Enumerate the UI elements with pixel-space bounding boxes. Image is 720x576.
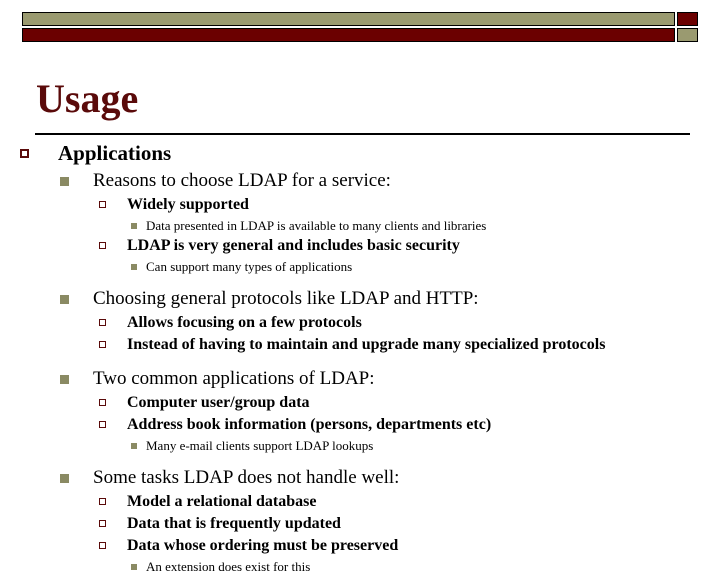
bullet-row-level-4: Can support many types of applications (0, 257, 720, 276)
slide-canvas: { "slide": { "title": "Usage", "theme": … (0, 0, 720, 574)
bullet-text: Can support many types of applications (146, 259, 353, 274)
bullet-row-level-2: Reasons to choose LDAP for a service: (0, 167, 720, 194)
filled-square-olive-icon (60, 177, 69, 186)
header-decoration (22, 12, 698, 43)
maroon-cap (677, 12, 698, 26)
bullet-text: LDAP is very general and includes basic … (127, 237, 460, 254)
slide-body-outline: Applications Reasons to choose LDAP for a… (0, 140, 720, 576)
bullet-row-level-3: Data that is frequently updated (0, 513, 720, 535)
hollow-square-maroon-small-icon (99, 201, 106, 208)
filled-square-olive-small-icon (131, 223, 137, 229)
bullet-row-level-3: Data whose ordering must be preserved (0, 535, 720, 557)
header-band-top-row (22, 12, 698, 26)
bullet-text: Computer user/group data (127, 394, 310, 411)
hollow-square-maroon-small-icon (99, 341, 106, 348)
filled-square-olive-small-icon (131, 564, 137, 570)
header-band-bottom-row (22, 28, 698, 42)
olive-cap (677, 28, 698, 42)
bullet-text: Widely supported (127, 196, 249, 213)
bullet-row-level-3: Computer user/group data (0, 392, 720, 414)
bullet-text: Applications (58, 141, 172, 165)
bullet-row-level-3: Model a relational database (0, 491, 720, 513)
bullet-row-level-1: Applications (0, 140, 720, 167)
filled-square-olive-icon (60, 375, 69, 384)
bullet-row-level-4: An extension does exist for this (0, 557, 720, 576)
bullet-row-level-3: Widely supported (0, 194, 720, 216)
bullet-text: Address book information (persons, depar… (127, 416, 492, 433)
bullet-text: Instead of having to maintain and upgrad… (127, 336, 606, 353)
hollow-square-maroon-icon (20, 149, 29, 158)
title-divider-rule (35, 133, 690, 135)
bullet-row-level-2: Two common applications of LDAP: (0, 365, 720, 392)
bullet-text: Allows focusing on a few protocols (127, 314, 362, 331)
bullet-row-level-2: Choosing general protocols like LDAP and… (0, 285, 720, 312)
hollow-square-maroon-small-icon (99, 242, 106, 249)
hollow-square-maroon-small-icon (99, 319, 106, 326)
bullet-text: Some tasks LDAP does not handle well: (93, 467, 400, 488)
bullet-row-level-4: Many e-mail clients support LDAP lookups (0, 436, 720, 455)
bullet-row-level-3: Allows focusing on a few protocols (0, 312, 720, 334)
olive-band (22, 12, 675, 26)
hollow-square-maroon-small-icon (99, 542, 106, 549)
slide-title: Usage (36, 76, 139, 121)
hollow-square-maroon-small-icon (99, 399, 106, 406)
filled-square-olive-small-icon (131, 443, 137, 449)
hollow-square-maroon-small-icon (99, 498, 106, 505)
filled-square-olive-icon (60, 474, 69, 483)
bullet-text: Reasons to choose LDAP for a service: (93, 170, 391, 191)
bullet-text: An extension does exist for this (146, 559, 311, 574)
hollow-square-maroon-small-icon (99, 520, 106, 527)
bullet-text: Data whose ordering must be preserved (127, 537, 399, 554)
bullet-row-level-2: Some tasks LDAP does not handle well: (0, 464, 720, 491)
maroon-band (22, 28, 675, 42)
bullet-text: Two common applications of LDAP: (93, 368, 375, 389)
bullet-text: Data presented in LDAP is available to m… (146, 218, 487, 233)
bullet-text: Model a relational database (127, 493, 317, 510)
bullet-row-level-3: LDAP is very general and includes basic … (0, 235, 720, 257)
filled-square-olive-small-icon (131, 264, 137, 270)
bullet-row-level-4: Data presented in LDAP is available to m… (0, 216, 720, 235)
filled-square-olive-icon (60, 295, 69, 304)
hollow-square-maroon-small-icon (99, 421, 106, 428)
bullet-text: Data that is frequently updated (127, 515, 341, 532)
bullet-text: Many e-mail clients support LDAP lookups (146, 438, 374, 453)
bullet-text: Choosing general protocols like LDAP and… (93, 288, 479, 309)
bullet-row-level-3: Address book information (persons, depar… (0, 414, 720, 436)
bullet-row-level-3: Instead of having to maintain and upgrad… (0, 334, 720, 356)
